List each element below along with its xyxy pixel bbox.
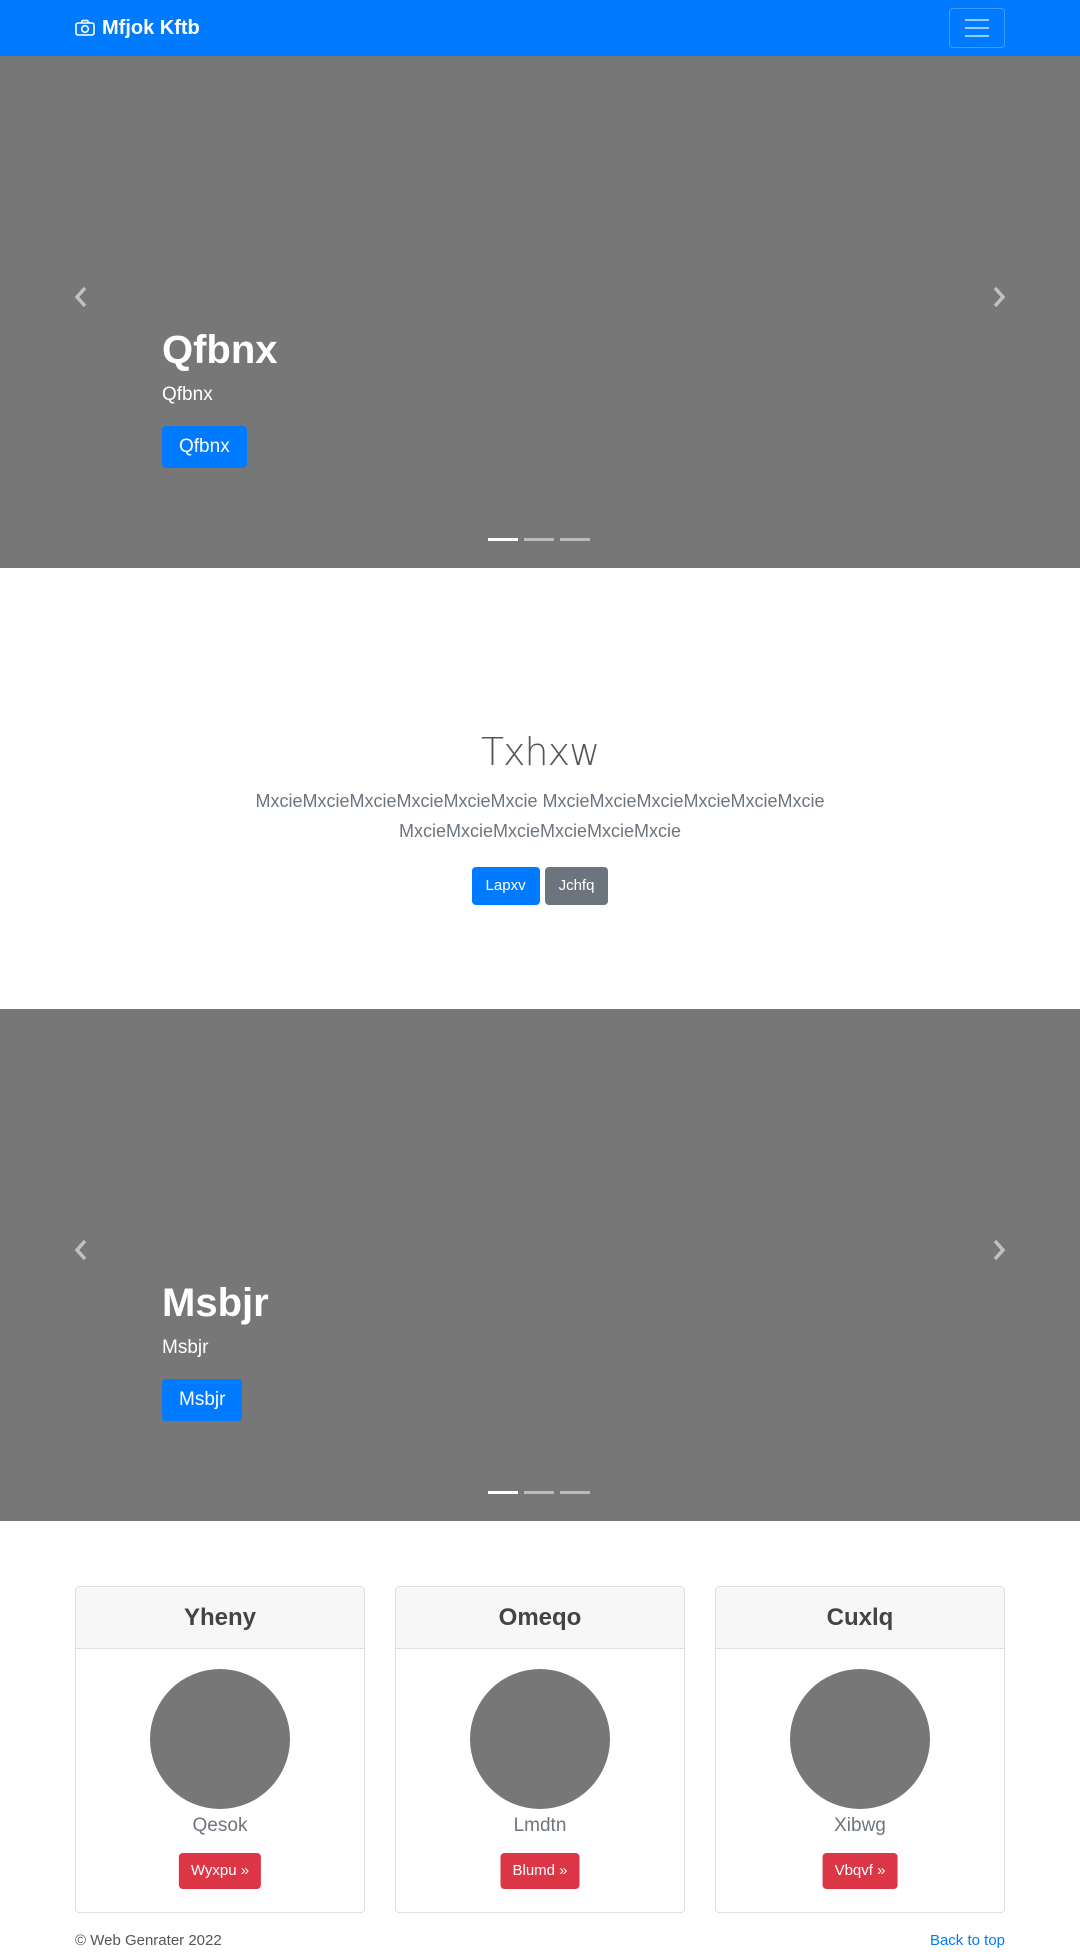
carousel-caption: Qfbnx Qfbnx Qfbnx <box>162 326 278 468</box>
chevron-right-icon <box>993 286 1006 308</box>
carousel-caption: Msbjr Msbjr Msbjr <box>162 1279 269 1421</box>
card-button[interactable]: Wyxpu » <box>178 1853 262 1889</box>
carousel-cta-button[interactable]: Msbjr <box>162 1379 243 1421</box>
card-subtitle: Xibwg <box>834 1815 886 1836</box>
hamburger-icon <box>965 19 989 37</box>
carousel-indicator[interactable] <box>488 538 518 541</box>
carousel-indicator[interactable] <box>488 1491 518 1494</box>
jumbotron-heading: Txhxw <box>480 730 600 774</box>
carousel-cta-button[interactable]: Qfbnx <box>162 426 247 468</box>
feature-card: Omeqo Lmdtn Blumd » <box>395 1586 685 1913</box>
brand-name: Mfjok Kftb <box>102 16 200 39</box>
card-header: Yheny <box>76 1587 364 1649</box>
jumbotron: Txhxw MxcieMxcieMxcieMxcieMxcieMxcie Mxc… <box>0 568 1080 1009</box>
card-button[interactable]: Blumd » <box>500 1853 580 1889</box>
hero-carousel: Qfbnx Qfbnx Qfbnx <box>0 56 1080 568</box>
carousel-title: Msbjr <box>162 1281 269 1325</box>
navbar-brand[interactable]: Mfjok Kftb <box>75 0 200 56</box>
carousel-next-button[interactable] <box>984 1235 1014 1265</box>
card-subtitle: Lmdtn <box>513 1815 567 1836</box>
chevron-right-icon <box>993 1239 1006 1261</box>
jumbotron-lead: MxcieMxcieMxcieMxcieMxcieMxcie MxcieMxci… <box>255 791 825 841</box>
back-to-top-link[interactable]: Back to top <box>930 1932 1005 1949</box>
carousel-indicator[interactable] <box>560 1491 590 1494</box>
navbar: Mfjok Kftb <box>0 0 1080 56</box>
carousel-indicator[interactable] <box>524 1491 554 1494</box>
carousel-indicators <box>488 1491 590 1494</box>
carousel-next-button[interactable] <box>984 282 1014 312</box>
chevron-left-icon <box>74 286 87 308</box>
primary-button[interactable]: Lapxv <box>471 867 540 905</box>
feature-card: Cuxlq Xibwg Vbqvf » <box>715 1586 1005 1913</box>
card-subtitle: Qesok <box>192 1815 248 1836</box>
footer-copyright: © Web Genrater 2022 <box>75 1932 222 1949</box>
carousel-prev-button[interactable] <box>66 282 96 312</box>
chevron-left-icon <box>74 1239 87 1261</box>
camera-icon <box>75 19 95 36</box>
card-image-placeholder <box>470 1669 610 1809</box>
carousel-indicator[interactable] <box>560 538 590 541</box>
feature-card: Yheny Qesok Wyxpu » <box>75 1586 365 1913</box>
card-button[interactable]: Vbqvf » <box>822 1853 898 1889</box>
secondary-carousel: Msbjr Msbjr Msbjr <box>0 1009 1080 1521</box>
carousel-subtitle: Msbjr <box>162 1337 209 1358</box>
carousel-indicator[interactable] <box>524 538 554 541</box>
card-image-placeholder <box>150 1669 290 1809</box>
jumbotron-actions: Lapxv Jchfq <box>0 867 1080 905</box>
carousel-title: Qfbnx <box>162 328 278 372</box>
carousel-indicators <box>488 538 590 541</box>
carousel-subtitle: Qfbnx <box>162 384 213 405</box>
card-header: Cuxlq <box>716 1587 1004 1649</box>
card-header: Omeqo <box>396 1587 684 1649</box>
navbar-toggler-button[interactable] <box>949 8 1005 48</box>
secondary-button[interactable]: Jchfq <box>544 867 609 905</box>
card-image-placeholder <box>790 1669 930 1809</box>
carousel-prev-button[interactable] <box>66 1235 96 1265</box>
